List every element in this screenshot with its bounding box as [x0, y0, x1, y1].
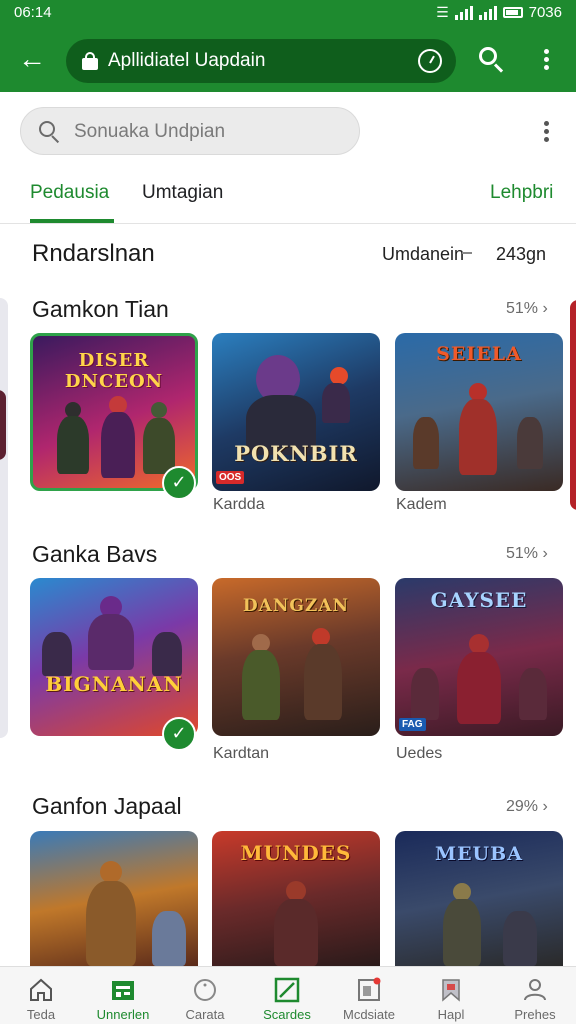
- battery-icon: [502, 7, 523, 18]
- game-tile[interactable]: DANGZAN: [212, 578, 380, 736]
- url-text: Apllidiatel Uapdain: [108, 50, 266, 71]
- game-art-title: MEUBA: [435, 843, 523, 865]
- section-title: Ganka Bavs: [32, 541, 158, 567]
- search-field-icon: [39, 121, 61, 144]
- section-more-link[interactable]: 29% ›: [506, 798, 548, 816]
- game-tile[interactable]: SEIELA: [395, 333, 563, 491]
- game-caption: Kadem: [396, 496, 447, 513]
- search-icon[interactable]: [476, 44, 508, 76]
- game-art-title: DANGZAN: [242, 596, 350, 616]
- game-tile[interactable]: GAYSEE FAG: [395, 578, 563, 736]
- nav-item-prehes[interactable]: Prehes: [494, 967, 576, 1024]
- store-icon: [112, 981, 134, 1000]
- game-tile[interactable]: POKNBIR OOS: [212, 333, 380, 491]
- game-art-title: BIGNANAN: [45, 672, 183, 696]
- nav-item-scardes[interactable]: Scardes: [246, 967, 328, 1024]
- bookmark-icon: [442, 979, 460, 1002]
- game-tile[interactable]: MUNDES: [212, 831, 380, 966]
- url-bar[interactable]: Apllidiatel Uapdain: [66, 39, 456, 83]
- clock-icon[interactable]: [418, 49, 442, 73]
- summary-label: Umdanein: [382, 244, 465, 264]
- lock-icon: [82, 52, 98, 70]
- active-tab-indicator: [30, 219, 114, 223]
- more-vert-icon[interactable]: [536, 46, 556, 74]
- game-tile[interactable]: [30, 831, 198, 966]
- nav-item-carata[interactable]: Carata: [164, 967, 246, 1024]
- installed-badge-icon: ✓: [162, 466, 196, 500]
- game-caption: Kardda: [213, 496, 265, 513]
- edge-card-right: [570, 300, 576, 510]
- back-arrow-icon[interactable]: ←: [14, 42, 50, 78]
- summary-dropdown-icon[interactable]: [462, 252, 472, 254]
- tab-pedausia[interactable]: Pedausia: [30, 182, 109, 204]
- nav-item-unnerlen[interactable]: Unnerlen: [82, 967, 164, 1024]
- nav-item-teda[interactable]: Teda: [0, 967, 82, 1024]
- summary-title: Rndarslnan: [32, 240, 155, 267]
- overflow-menu-icon[interactable]: [536, 118, 556, 146]
- search-placeholder: Sonuaka Undpian: [74, 121, 226, 142]
- tab-lehpbri[interactable]: Lehpbri: [490, 182, 553, 204]
- nav-item-mcdsiate[interactable]: Mcdsiate: [328, 967, 410, 1024]
- search-input[interactable]: Sonuaka Undpian: [20, 107, 360, 155]
- status-time: 06:14: [14, 4, 52, 21]
- home-icon: [30, 978, 52, 1001]
- game-tile[interactable]: MEUBA: [395, 831, 563, 966]
- wifi-icon: ☰: [436, 4, 449, 20]
- app-bar: 06:14 ☰ 7036 ← Apllidiatel Uapdain: [0, 0, 576, 92]
- section-title: Ganfon Japaal: [32, 793, 182, 819]
- section-more-link[interactable]: 51% ›: [506, 545, 548, 563]
- game-art-title: SEIELA: [436, 343, 522, 365]
- game-art-title: GAYSEE: [430, 588, 528, 612]
- game-caption: Kardtan: [213, 745, 270, 762]
- section-more-link[interactable]: 51% ›: [506, 300, 548, 318]
- installed-badge-icon: ✓: [162, 717, 196, 751]
- rating-tag: FAG: [399, 718, 426, 731]
- status-bar: 06:14 ☰ 7036: [0, 0, 576, 28]
- game-art-title: DISER DNCEON: [64, 350, 164, 392]
- edge-card-left-dark: [0, 390, 6, 460]
- rating-tag: OOS: [216, 471, 245, 484]
- bottom-navigation: Teda Unnerlen Carata Scardes Mcdsiate Ha…: [0, 966, 576, 1024]
- game-caption: Uedes: [396, 745, 443, 762]
- circle-icon: [194, 979, 216, 1001]
- game-art-title: MUNDES: [240, 841, 352, 865]
- game-tile[interactable]: BIGNANAN: [30, 578, 198, 736]
- edge-card-left: [0, 298, 8, 738]
- game-art-title: POKNBIR: [234, 441, 358, 466]
- nav-item-hapl[interactable]: Hapl: [410, 967, 492, 1024]
- tab-umtagian[interactable]: Umtagian: [142, 182, 223, 204]
- tab-bar: Pedausia Umtagian Lehpbri: [0, 172, 576, 224]
- profile-icon: [524, 979, 546, 1001]
- edit-icon: [274, 977, 300, 1003]
- section-title: Gamkon Tian: [32, 296, 169, 322]
- battery-text: 7036: [528, 4, 562, 21]
- signal-icon: [454, 5, 473, 20]
- news-icon: [358, 977, 381, 1001]
- signal-2-icon: [478, 5, 497, 20]
- summary-value: 243gn: [496, 244, 547, 264]
